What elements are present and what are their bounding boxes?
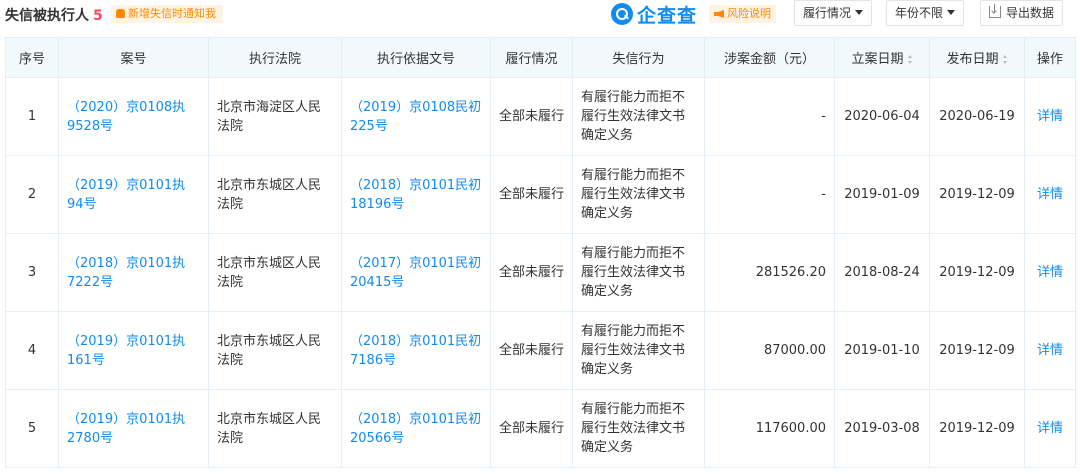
col-filed-date: 立案日期 [851,52,904,67]
publish-date-cell: 2019-12-09 [929,311,1025,390]
performance-cell: 全部未履行 [490,233,573,312]
col-index: 序号 [5,37,59,78]
performance-cell: 全部未履行 [490,77,573,156]
risk-info-label: 风险说明 [727,7,771,20]
filed-date-cell: 2020-06-04 [834,77,930,156]
filed-date-cell: 2019-03-08 [834,389,930,468]
row-index: 5 [5,389,59,468]
amount-cell: - [704,155,835,234]
behavior-cell: 有履行能力而拒不履行生效法律文书确定义务 [572,311,705,390]
case-no-link[interactable]: （2019）京0101执161号 [58,311,209,390]
court-cell: 北京市东城区人民法院 [208,389,342,468]
col-basis-no: 执行依据文号 [341,37,491,78]
detail-link[interactable]: 详情 [1024,233,1076,312]
amount-cell: 117600.00 [704,389,835,468]
table-row: 2 （2019）京0101执94号 北京市东城区人民法院 （2018）京0101… [5,155,1076,234]
amount-cell: 87000.00 [704,311,835,390]
table-header-row: 序号 案号 执行法院 执行依据文号 履行情况 失信行为 涉案金额（元） 立案日期… [5,37,1076,78]
filed-date-cell: 2018-08-24 [834,233,930,312]
bell-icon [116,9,125,18]
section-header: 失信被执行人 5 新增失信时通知我 企查查 风险说明 履行情况 年份不限 导出数据 [0,0,1080,36]
year-filter-label: 年份不限 [895,6,944,20]
col-action: 操作 [1024,37,1076,78]
col-case-no: 案号 [58,37,209,78]
col-publish-date: 发布日期 [946,52,999,67]
dishonest-executee-table: 序号 案号 执行法院 执行依据文号 履行情况 失信行为 涉案金额（元） 立案日期… [5,37,1076,468]
sort-icon [1002,55,1008,64]
brand-name: 企查查 [637,4,698,27]
table-row: 1 （2020）京0108执9528号 北京市海淀区人民法院 （2019）京01… [5,77,1076,156]
detail-link[interactable]: 详情 [1024,389,1076,468]
col-filed-date-sort[interactable]: 立案日期 [834,37,930,78]
publish-date-cell: 2020-06-19 [929,77,1025,156]
export-data-button[interactable]: 导出数据 [980,0,1064,26]
basis-no-link[interactable]: （2018）京0101民初7186号 [341,311,491,390]
case-no-link[interactable]: （2018）京0101执7222号 [58,233,209,312]
col-amount: 涉案金额（元） [704,37,835,78]
amount-cell: - [704,77,835,156]
publish-date-cell: 2019-12-09 [929,233,1025,312]
filed-date-cell: 2019-01-10 [834,311,930,390]
col-court: 执行法院 [208,37,342,78]
record-count: 5 [93,8,103,24]
filed-date-cell: 2019-01-09 [834,155,930,234]
section-title: 失信被执行人 5 [5,5,103,25]
col-publish-date-sort[interactable]: 发布日期 [929,37,1025,78]
behavior-cell: 有履行能力而拒不履行生效法律文书确定义务 [572,389,705,468]
court-cell: 北京市东城区人民法院 [208,233,342,312]
detail-link[interactable]: 详情 [1024,155,1076,234]
performance-cell: 全部未履行 [490,155,573,234]
notify-me-button[interactable]: 新增失信时通知我 [111,5,223,23]
detail-link[interactable]: 详情 [1024,77,1076,156]
court-cell: 北京市东城区人民法院 [208,311,342,390]
table-row: 3 （2018）京0101执7222号 北京市东城区人民法院 （2017）京01… [5,233,1076,312]
sort-icon [907,55,913,64]
court-cell: 北京市海淀区人民法院 [208,77,342,156]
speaker-icon [714,10,724,18]
row-index: 2 [5,155,59,234]
brand-logo: 企查查 [611,2,698,27]
export-data-label: 导出数据 [1006,6,1055,20]
risk-info-button[interactable]: 风险说明 [709,5,776,23]
court-cell: 北京市东城区人民法院 [208,155,342,234]
basis-no-link[interactable]: （2019）京0108民初225号 [341,77,491,156]
caret-down-icon [855,10,864,15]
detail-link[interactable]: 详情 [1024,311,1076,390]
publish-date-cell: 2019-12-09 [929,389,1025,468]
row-index: 4 [5,311,59,390]
case-no-link[interactable]: （2019）京0101执2780号 [58,389,209,468]
behavior-cell: 有履行能力而拒不履行生效法律文书确定义务 [572,233,705,312]
performance-filter-label: 履行情况 [803,6,852,20]
basis-no-link[interactable]: （2018）京0101民初18196号 [341,155,491,234]
row-index: 3 [5,233,59,312]
col-performance: 履行情况 [490,37,573,78]
behavior-cell: 有履行能力而拒不履行生效法律文书确定义务 [572,155,705,234]
table-row: 4 （2019）京0101执161号 北京市东城区人民法院 （2018）京010… [5,311,1076,390]
col-behavior: 失信行为 [572,37,705,78]
behavior-cell: 有履行能力而拒不履行生效法律文书确定义务 [572,77,705,156]
caret-down-icon [947,10,956,15]
notify-me-label: 新增失信时通知我 [128,7,216,20]
amount-cell: 281526.20 [704,233,835,312]
section-title-text: 失信被执行人 [5,8,89,24]
download-icon [989,4,1001,18]
performance-cell: 全部未履行 [490,389,573,468]
year-filter-dropdown[interactable]: 年份不限 [886,0,965,26]
performance-filter-dropdown[interactable]: 履行情况 [794,0,873,26]
performance-cell: 全部未履行 [490,311,573,390]
case-no-link[interactable]: （2019）京0101执94号 [58,155,209,234]
row-index: 1 [5,77,59,156]
publish-date-cell: 2019-12-09 [929,155,1025,234]
basis-no-link[interactable]: （2017）京0101民初20415号 [341,233,491,312]
magnifier-logo-icon [611,3,633,25]
basis-no-link[interactable]: （2018）京0101民初20566号 [341,389,491,468]
table-row: 5 （2019）京0101执2780号 北京市东城区人民法院 （2018）京01… [5,389,1076,468]
case-no-link[interactable]: （2020）京0108执9528号 [58,77,209,156]
